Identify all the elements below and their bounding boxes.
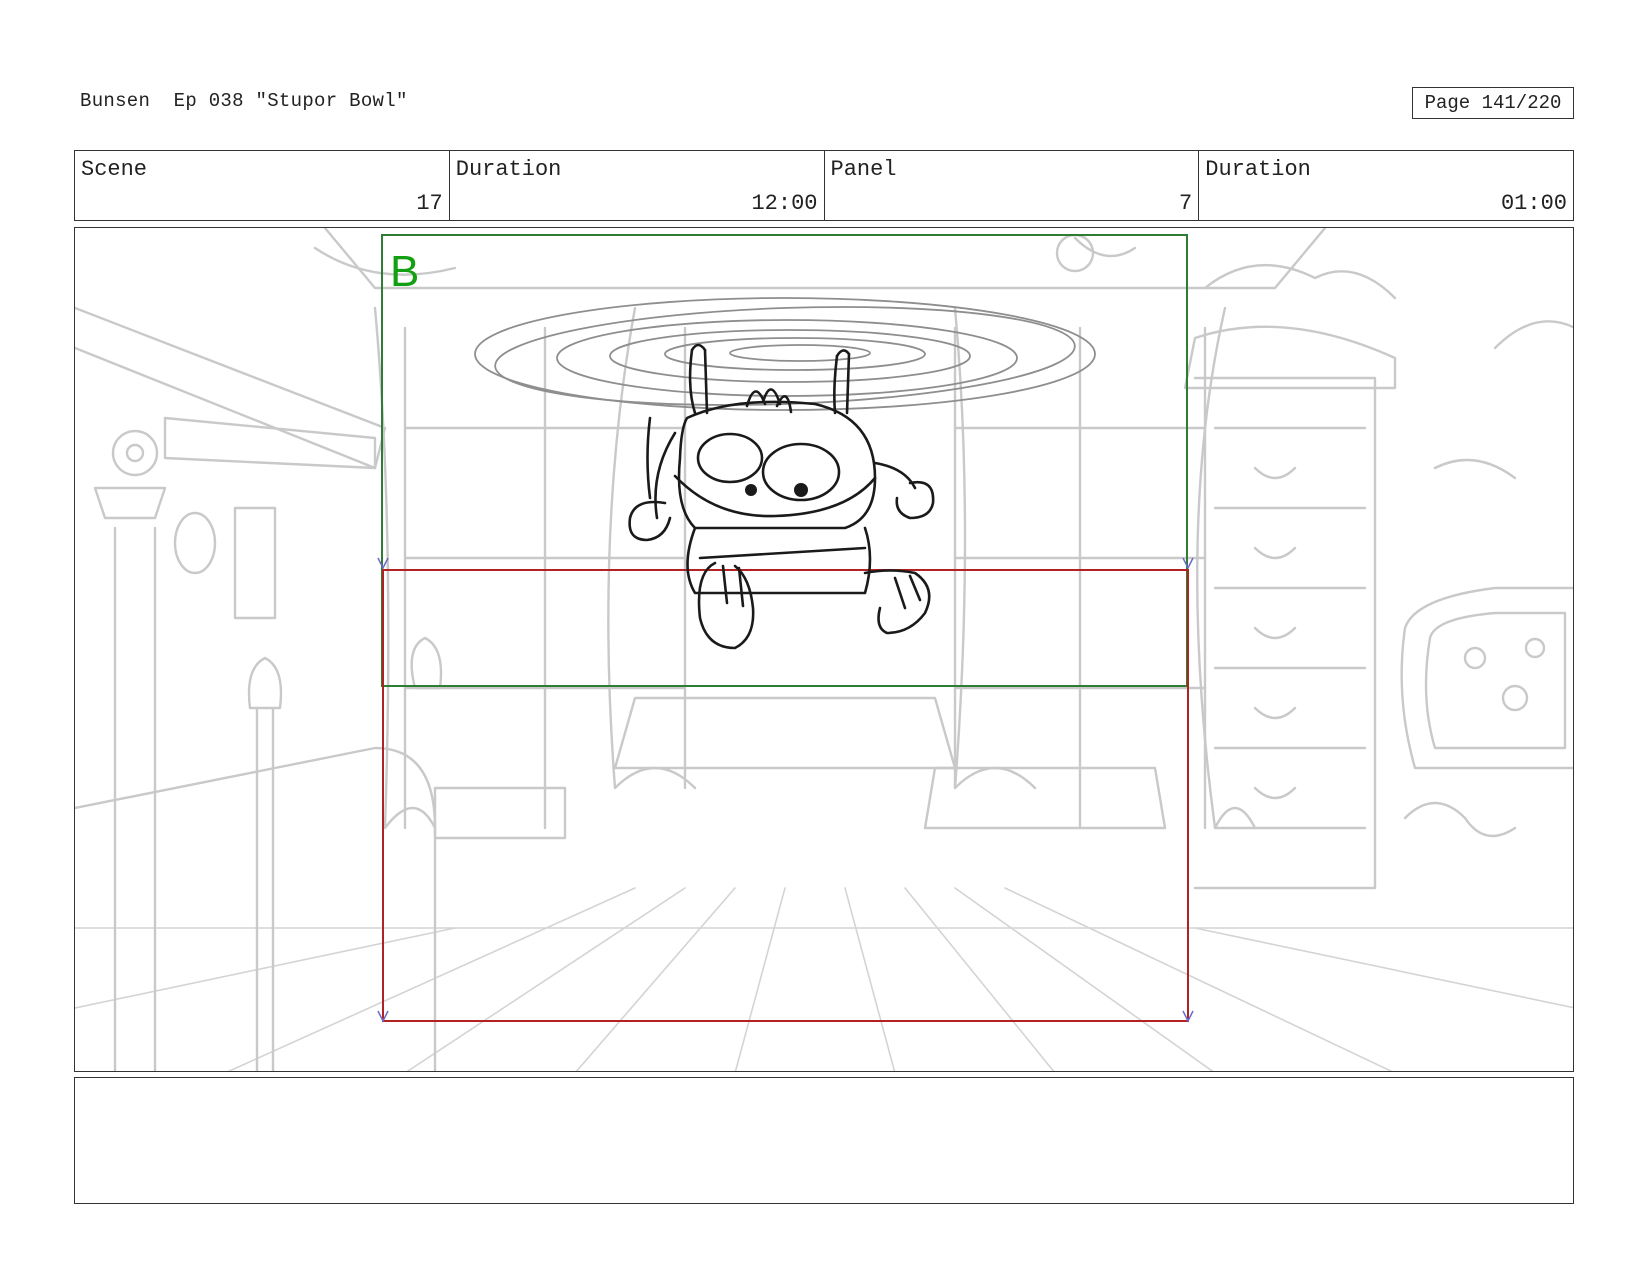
episode-title: Bunsen Ep 038 "Stupor Bowl"	[80, 90, 408, 112]
page-counter: Page 141/220	[1412, 87, 1574, 119]
scene-duration-cell: Duration 12:00	[450, 151, 825, 220]
panel-value: 7	[1179, 191, 1193, 216]
panel-duration-label: Duration	[1205, 157, 1311, 182]
scene-label: Scene	[81, 157, 148, 182]
camera-frame-a	[382, 569, 1189, 1022]
scene-duration-value: 12:00	[751, 191, 818, 216]
camera-frame-b	[381, 234, 1188, 687]
panel-notes-box[interactable]	[74, 1077, 1574, 1204]
panel-cell: Panel 7	[825, 151, 1200, 220]
panel-label: Panel	[830, 157, 897, 182]
panel-duration-cell: Duration 01:00	[1199, 151, 1573, 220]
background-room-sketch	[75, 228, 1573, 1071]
frame-move-arrows	[377, 557, 1194, 1023]
scene-value: 17	[416, 191, 443, 216]
panel-info-table: Scene 17 Duration 12:00 Panel 7 Duration…	[74, 150, 1574, 221]
scene-duration-label: Duration	[455, 157, 562, 182]
scene-cell: Scene 17	[75, 151, 450, 220]
storyboard-drawing: B	[75, 228, 1573, 1071]
panel-duration-value: 01:00	[1500, 191, 1567, 216]
camera-frame-b-label: B	[390, 247, 419, 296]
storyboard-panel: B	[74, 227, 1574, 1072]
